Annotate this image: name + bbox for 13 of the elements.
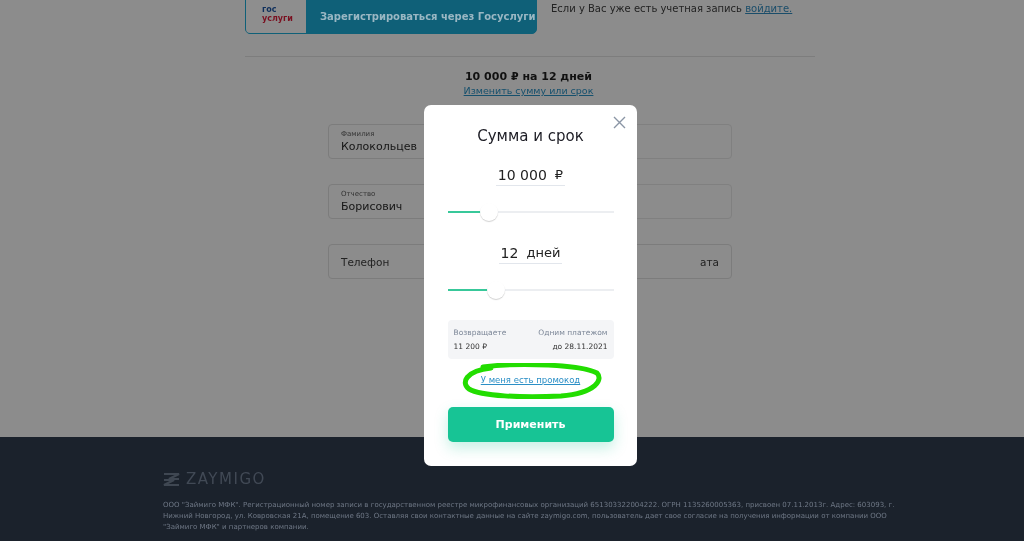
close-icon[interactable] [613, 116, 626, 129]
value-field[interactable]: 12 дней [498, 245, 563, 264]
promo-code-link[interactable]: У меня есть промокод [480, 373, 581, 387]
gosuslugi-logo: гос услуги [246, 0, 306, 33]
logo-icon [163, 472, 180, 486]
gosuslugi-button[interactable]: гос услуги Зарегистрироваться через Госуслуги [245, 0, 537, 34]
apply-button[interactable]: Применить [447, 407, 614, 442]
change-amount-link[interactable]: Изменить сумму или срок [463, 85, 594, 96]
login-link[interactable]: войдите. [745, 3, 793, 14]
value-field[interactable]: 10 000 ₽ [495, 167, 566, 186]
loan-summary: 10 000 ₽ на 12 дней [464, 70, 593, 83]
modal-title: Сумма и срок [477, 127, 584, 145]
login-prompt: Если у Вас уже есть учетная запись войдите. [551, 3, 793, 14]
